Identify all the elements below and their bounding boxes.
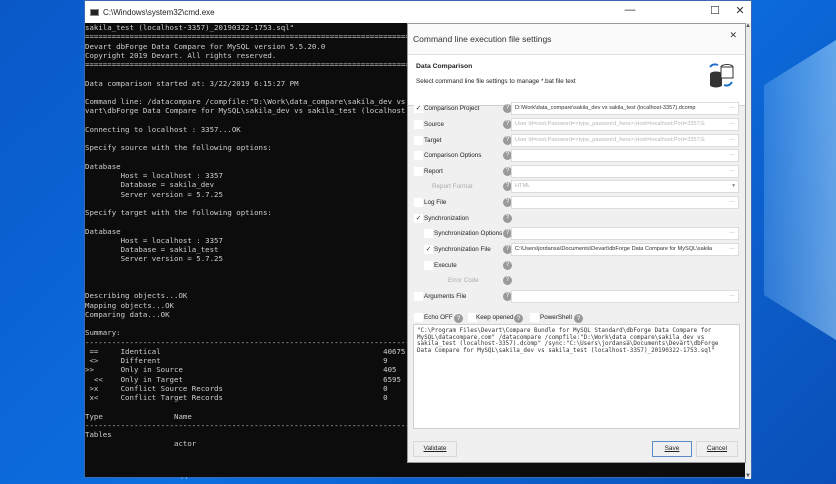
setting-row-source: Source? User Id=root;Password=<type_passw…: [408, 118, 747, 132]
field-value: HTML: [515, 183, 531, 189]
save-button[interactable]: Save: [652, 441, 692, 457]
browse-button[interactable]: ···: [727, 103, 735, 114]
setting-field[interactable]: User Id=root;Password=<type_password_her…: [511, 118, 739, 131]
browse-button[interactable]: ···: [727, 291, 735, 302]
dropdown-icon[interactable]: ▾: [730, 181, 735, 192]
setting-checkbox[interactable]: ✓: [414, 214, 423, 223]
browse-button[interactable]: ···: [727, 119, 735, 130]
browse-button[interactable]: ···: [727, 135, 735, 146]
close-button[interactable]: ✕: [730, 4, 750, 17]
setting-field[interactable]: D:\Work\data_compare\sakila_dev vs sakil…: [511, 102, 739, 115]
setting-row-error-code: Error Code?: [408, 274, 747, 288]
validate-button[interactable]: Validate: [413, 441, 457, 457]
setting-label: Report: [424, 168, 443, 175]
dialog-close-button[interactable]: ✕: [729, 30, 737, 41]
setting-checkbox[interactable]: [414, 198, 423, 207]
keep-opened-label: Keep opened: [476, 314, 514, 321]
setting-row-target: Target? User Id=root;Password=<type_passw…: [408, 134, 747, 148]
help-icon[interactable]: ?: [514, 314, 523, 323]
scroll-down-icon[interactable]: ▼: [745, 473, 751, 479]
browse-button[interactable]: ···: [727, 228, 735, 239]
setting-row-arguments-file: Arguments File? ···: [408, 290, 747, 304]
setting-field[interactable]: User Id=root;Password=<type_password_her…: [511, 134, 739, 147]
section-description: Select command line file settings to man…: [416, 78, 576, 85]
setting-row-synchronization-file: ✓ Synchronization File? C:\Users\jordansa\…: [408, 243, 747, 257]
field-value: User Id=root;Password=<type_password_her…: [515, 137, 705, 143]
setting-field[interactable]: ···: [511, 149, 739, 162]
options-row: Echo OFF ? Keep opened ? PowerShell ?: [408, 311, 747, 325]
desktop-windows-logo: [764, 40, 836, 340]
setting-checkbox[interactable]: [424, 261, 433, 270]
dialog-header: Data Comparison Select command line file…: [408, 54, 745, 106]
setting-row-comparison-options: Comparison Options? ···: [408, 149, 747, 163]
database-compare-icon: [709, 63, 734, 88]
field-value: C:\Users\jordansa\Documents\Devart\dbFor…: [515, 246, 713, 252]
help-icon[interactable]: ?: [503, 214, 512, 223]
setting-checkbox[interactable]: [414, 136, 423, 145]
setting-checkbox[interactable]: ✓: [414, 104, 423, 113]
maximize-button[interactable]: ☐: [705, 4, 725, 17]
setting-row-synchronization: ✓ Synchronization?: [408, 212, 747, 226]
setting-field[interactable]: ···: [511, 196, 739, 209]
setting-row-comparison-project: ✓ Comparison Project? D:\Work\data_compare…: [408, 102, 747, 116]
help-icon[interactable]: ?: [503, 261, 512, 270]
dialog-title: Command line execution file settings: [408, 24, 745, 54]
help-icon[interactable]: ?: [574, 314, 583, 323]
settings-dialog: Command line execution file settings ✕ D…: [407, 23, 746, 463]
cmd-icon: [90, 8, 99, 16]
echo-off-label: Echo OFF: [424, 314, 453, 321]
setting-row-execute: Execute?: [408, 259, 747, 273]
setting-label: Execute: [434, 262, 457, 269]
console-line: address: [85, 476, 747, 479]
setting-field[interactable]: HTML ▾: [511, 180, 739, 193]
cmd-titlebar: C:\Windows\system32\cmd.exe: [85, 1, 751, 23]
field-value: User Id=root;Password=<type_password_her…: [515, 121, 705, 127]
setting-label: Synchronization Options: [434, 230, 503, 237]
minimize-button[interactable]: —: [620, 4, 640, 16]
setting-checkbox[interactable]: [424, 229, 433, 238]
powershell-checkbox[interactable]: [530, 313, 539, 322]
help-icon[interactable]: ?: [454, 314, 463, 323]
cancel-button[interactable]: Cancel: [696, 441, 738, 457]
browse-button[interactable]: ···: [727, 166, 735, 177]
setting-row-log-file: Log File? ···: [408, 196, 747, 210]
setting-checkbox[interactable]: [414, 151, 423, 160]
field-value: D:\Work\data_compare\sakila_dev vs sakil…: [515, 105, 696, 111]
setting-field[interactable]: ···: [511, 227, 739, 240]
setting-row-report: Report? ···: [408, 165, 747, 179]
section-title: Data Comparison: [416, 63, 473, 70]
window-title: C:\Windows\system32\cmd.exe: [103, 7, 215, 17]
setting-checkbox[interactable]: ✓: [424, 245, 433, 254]
setting-label: Error Code: [448, 277, 479, 284]
setting-label: Arguments File: [424, 293, 467, 300]
browse-button[interactable]: ···: [727, 197, 735, 208]
setting-checkbox[interactable]: [414, 120, 423, 129]
setting-checkbox[interactable]: [414, 292, 423, 301]
setting-label: Log File: [424, 199, 447, 206]
browse-button[interactable]: ···: [727, 244, 735, 255]
echo-off-checkbox[interactable]: [414, 313, 423, 322]
setting-row-synchronization-options: Synchronization Options? ···: [408, 227, 747, 241]
setting-checkbox[interactable]: [414, 167, 423, 176]
setting-label: Target: [424, 137, 442, 144]
setting-label: Comparison Options: [424, 152, 482, 159]
setting-label: Report Format: [432, 183, 473, 190]
setting-label: Comparison Project: [424, 105, 480, 112]
setting-field[interactable]: ···: [511, 290, 739, 303]
setting-label: Synchronization: [424, 215, 469, 222]
help-icon[interactable]: ?: [503, 276, 512, 285]
setting-label: Synchronization File: [434, 246, 491, 253]
setting-field[interactable]: ···: [511, 165, 739, 178]
setting-row-report-format: Report Format? HTML ▾: [408, 180, 747, 194]
setting-label: Source: [424, 121, 444, 128]
powershell-label: PowerShell: [540, 314, 572, 321]
command-textarea[interactable]: "C:\Program Files\Devart\Compare Bundle …: [413, 324, 740, 429]
browse-button[interactable]: ···: [727, 150, 735, 161]
setting-field[interactable]: C:\Users\jordansa\Documents\Devart\dbFor…: [511, 243, 739, 256]
